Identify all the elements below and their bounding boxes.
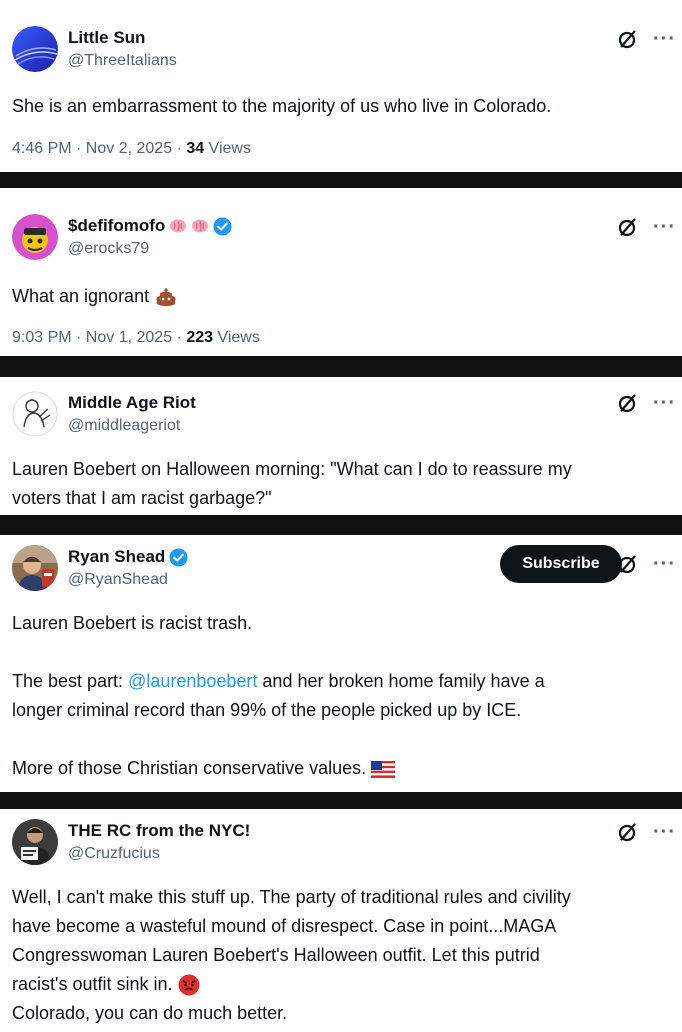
post-meta: 4:46 PM · Nov 2, 2025 · 34 Views: [12, 140, 251, 158]
post-tools: ···: [617, 553, 676, 575]
display-name-text[interactable]: Ryan Shead: [68, 547, 165, 567]
more-options-icon[interactable]: ···: [653, 554, 676, 574]
user-handle[interactable]: @erocks79: [68, 240, 149, 258]
avatar[interactable]: [12, 545, 58, 591]
display-name-text[interactable]: Middle Age Riot: [68, 393, 196, 413]
grok-icon[interactable]: [617, 392, 639, 414]
display-name[interactable]: Ryan Shead: [68, 547, 188, 567]
avatar[interactable]: [12, 214, 58, 260]
post-card[interactable]: THE RC from the NYC! @Cruzfucius ··· Wel…: [0, 809, 682, 1032]
post-card[interactable]: Little Sun @ThreeItalians ··· She is an …: [0, 0, 682, 172]
post-timestamp[interactable]: 9:03 PM · Nov 1, 2025 ·: [12, 329, 186, 346]
display-name[interactable]: Little Sun: [68, 28, 145, 48]
post-text: She is an embarrassment to the majority …: [12, 92, 672, 121]
post-timestamp[interactable]: 4:46 PM · Nov 2, 2025 ·: [12, 140, 186, 157]
user-handle[interactable]: @Cruzfucius: [68, 845, 160, 863]
avatar[interactable]: [12, 819, 58, 865]
user-handle[interactable]: @RyanShead: [68, 571, 168, 589]
post-card[interactable]: Middle Age Riot @middleageriot ··· Laure…: [0, 377, 682, 515]
views-count: 34: [186, 140, 205, 157]
user-handle[interactable]: @middleageriot: [68, 417, 180, 435]
user-handle[interactable]: @ThreeItalians: [68, 52, 177, 70]
text-segment: racist's outfit sink in.: [12, 974, 173, 994]
post-text-line: She is an embarrassment to the majority …: [12, 96, 552, 116]
post-text-line: voters that I am racist garbage?": [12, 488, 272, 508]
post-text-line: Well, I can't make this stuff up. The pa…: [12, 887, 571, 907]
display-name[interactable]: Middle Age Riot: [68, 393, 196, 413]
text-segment: More of those Christian conservative val…: [12, 758, 367, 778]
post-text: Lauren Boebert on Halloween morning: "Wh…: [12, 455, 672, 513]
text-segment: The best part:: [12, 671, 129, 691]
brain-emoji: [170, 219, 187, 233]
text-segment: and her broken home family have a: [257, 671, 545, 691]
grok-icon[interactable]: [617, 28, 639, 50]
post-text-line: Colorado, you can do much better.: [12, 1003, 288, 1023]
grok-icon[interactable]: [617, 216, 639, 238]
views-label: Views: [213, 329, 260, 346]
post-text-line: Lauren Boebert on Halloween morning: "Wh…: [12, 459, 572, 479]
post-tools: ···: [617, 28, 676, 50]
poop-emoji: [156, 288, 176, 307]
display-name[interactable]: $defifomofo: [68, 216, 232, 236]
subscribe-button[interactable]: Subscribe: [500, 545, 622, 583]
views-count: 223: [186, 329, 214, 346]
brain-emoji: [192, 219, 209, 233]
post-text-line: What an ignorant: [12, 286, 150, 306]
display-name[interactable]: THE RC from the NYC!: [68, 821, 250, 841]
post-text: Well, I can't make this stuff up. The pa…: [12, 883, 672, 1028]
post-card[interactable]: Ryan Shead @RyanShead Subscribe ··· Laur…: [0, 535, 682, 792]
grok-icon[interactable]: [617, 821, 639, 843]
post-text-line: longer criminal record than 99% of the p…: [12, 700, 522, 720]
display-name-text[interactable]: Little Sun: [68, 28, 145, 48]
post-text-line: have become a wasteful mound of disrespe…: [12, 916, 557, 936]
post-text-line: Congresswoman Lauren Boebert's Halloween…: [12, 945, 540, 965]
post-text-line: The best part: @laurenboebert and her br…: [12, 667, 672, 696]
user-mention-link[interactable]: @laurenboebert: [128, 671, 257, 691]
post-text-line: More of those Christian conservative val…: [12, 754, 672, 783]
verified-badge-icon[interactable]: [169, 547, 188, 567]
more-options-icon[interactable]: ···: [653, 822, 676, 842]
display-name-text[interactable]: THE RC from the NYC!: [68, 821, 250, 841]
grok-icon[interactable]: [617, 553, 639, 575]
more-options-icon[interactable]: ···: [653, 393, 676, 413]
more-options-icon[interactable]: ···: [653, 29, 676, 49]
post-meta: 9:03 PM · Nov 1, 2025 · 223 Views: [12, 329, 260, 347]
avatar[interactable]: [12, 391, 58, 437]
post-tools: ···: [617, 392, 676, 414]
more-options-icon[interactable]: ···: [653, 217, 676, 237]
display-name-text[interactable]: $defifomofo: [68, 216, 165, 236]
post-tools: ···: [617, 216, 676, 238]
post-tools: ···: [617, 821, 676, 843]
post-text-line: Lauren Boebert is racist trash.: [12, 613, 253, 633]
post-text: What an ignorant: [12, 282, 672, 311]
verified-badge-icon[interactable]: [213, 216, 232, 236]
angry-face-emoji: [178, 974, 200, 996]
post-text: Lauren Boebert is racist trash. The best…: [12, 609, 672, 783]
post-card[interactable]: $defifomofo @erocks79 ··· What an ignora…: [0, 188, 682, 356]
avatar[interactable]: [12, 26, 58, 72]
post-text-line: racist's outfit sink in.: [12, 970, 672, 999]
views-label: Views: [204, 140, 251, 157]
us-flag-emoji: [371, 760, 396, 778]
